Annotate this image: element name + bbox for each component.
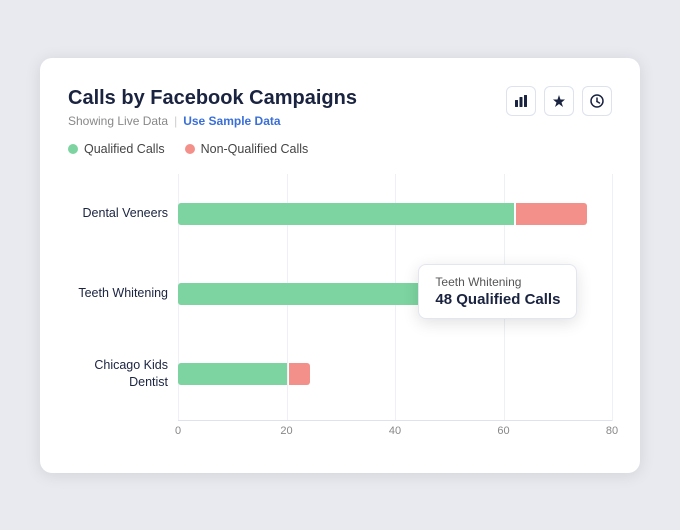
legend-label: Non-Qualified Calls <box>201 142 309 156</box>
subtitle: Showing Live Data | Use Sample Data <box>68 114 357 128</box>
clock-icon[interactable] <box>582 86 612 116</box>
bar-nonqualified[interactable] <box>516 203 587 225</box>
legend: Qualified Calls Non-Qualified Calls <box>68 142 612 156</box>
bar-label: Dental Veneers <box>68 205 168 221</box>
x-tick-label: 0 <box>175 425 181 437</box>
grid-line <box>612 174 613 421</box>
header: Calls by Facebook Campaigns Showing Live… <box>68 86 612 128</box>
use-sample-data-link[interactable]: Use Sample Data <box>183 114 280 128</box>
star-icon[interactable] <box>544 86 574 116</box>
bar-qualified[interactable] <box>178 203 514 225</box>
legend-label: Qualified Calls <box>84 142 165 156</box>
bars-container: Dental VeneersTeeth WhiteningChicago Kid… <box>178 174 612 414</box>
bar-label: Chicago KidsDentist <box>68 357 168 390</box>
x-tick-label: 60 <box>497 425 509 437</box>
legend-dot <box>185 144 195 154</box>
bars <box>178 363 612 385</box>
bar-qualified[interactable] <box>178 283 438 305</box>
chart-title: Calls by Facebook Campaigns <box>68 86 357 110</box>
x-tick-label: 20 <box>280 425 292 437</box>
bar-nonqualified[interactable] <box>289 363 311 385</box>
bar-row: Dental Veneers <box>178 174 612 254</box>
bar-nonqualified[interactable] <box>440 283 494 305</box>
x-axis: 020406080 <box>178 420 612 421</box>
bar-chart-icon[interactable] <box>506 86 536 116</box>
bar-row: Teeth Whitening <box>178 254 612 334</box>
subtitle-live: Showing Live Data <box>68 114 168 128</box>
x-tick-label: 80 <box>606 425 618 437</box>
subtitle-divider: | <box>174 114 177 128</box>
card: Calls by Facebook Campaigns Showing Live… <box>40 58 640 473</box>
header-left: Calls by Facebook Campaigns Showing Live… <box>68 86 357 128</box>
x-tick-label: 40 <box>389 425 401 437</box>
legend-item-0: Qualified Calls <box>68 142 165 156</box>
chart-area: Dental VeneersTeeth WhiteningChicago Kid… <box>68 174 612 449</box>
bar-label: Teeth Whitening <box>68 285 168 301</box>
bar-qualified[interactable] <box>178 363 287 385</box>
bars <box>178 203 612 225</box>
bars <box>178 283 612 305</box>
toolbar <box>506 86 612 116</box>
bar-row: Chicago KidsDentist <box>178 334 612 414</box>
legend-dot <box>68 144 78 154</box>
legend-item-1: Non-Qualified Calls <box>185 142 309 156</box>
